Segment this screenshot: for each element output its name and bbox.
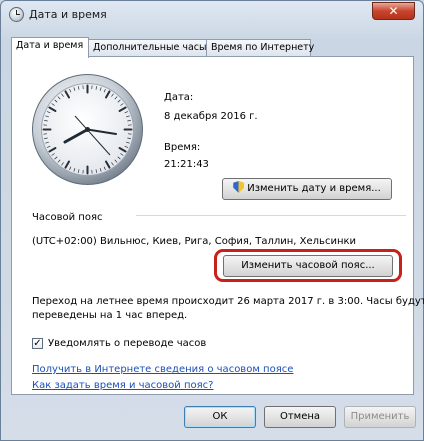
analog-clock bbox=[32, 74, 143, 185]
clock-icon bbox=[9, 7, 24, 22]
separator bbox=[136, 215, 406, 216]
dst-info-line1: Переход на летнее время происходит 26 ма… bbox=[32, 296, 424, 307]
tab-additional-clocks[interactable]: Дополнительные часы bbox=[88, 39, 207, 56]
change-date-time-label: Изменить дату и время... bbox=[247, 183, 381, 194]
help-link[interactable]: Как задать время и часовой пояс? bbox=[32, 380, 213, 391]
time-label: Время: bbox=[164, 142, 201, 153]
window-title: Дата и время bbox=[29, 8, 107, 21]
timezone-value: (UTC+02:00) Вильнюс, Киев, Рига, София, … bbox=[32, 236, 357, 247]
close-button[interactable]: ✕ bbox=[372, 2, 415, 20]
date-label: Дата: bbox=[164, 92, 194, 103]
notify-checkbox[interactable]: ✓ bbox=[32, 338, 43, 349]
timezone-section-label: Часовой пояс bbox=[32, 212, 103, 223]
time-value: 21:21:43 bbox=[164, 159, 209, 170]
dst-info-line2: переведены на 1 час вперед. bbox=[32, 310, 188, 321]
tab-internet-time[interactable]: Время по Интернету bbox=[206, 39, 314, 56]
highlight-annotation bbox=[214, 249, 402, 282]
timezone-info-link[interactable]: Получить в Интернете сведения о часовом … bbox=[32, 364, 293, 375]
tab-panel: Дата: 8 декабря 2016 г. Время: 21:21:43 … bbox=[11, 56, 424, 395]
apply-button[interactable]: Применить bbox=[344, 406, 416, 428]
ok-button[interactable]: ОК bbox=[184, 406, 256, 428]
title-bar[interactable]: Дата и время ✕ bbox=[1, 1, 423, 29]
cancel-button[interactable]: Отмена bbox=[264, 406, 336, 428]
date-time-window: Дата и время ✕ Дата и время Дополнительн… bbox=[0, 0, 424, 441]
tab-date-time[interactable]: Дата и время bbox=[11, 37, 89, 58]
notify-label[interactable]: Уведомлять о переводе часов bbox=[48, 338, 206, 349]
uac-shield-icon bbox=[233, 181, 245, 193]
change-date-time-button[interactable]: Изменить дату и время... bbox=[222, 178, 392, 200]
date-value: 8 декабря 2016 г. bbox=[164, 111, 258, 122]
